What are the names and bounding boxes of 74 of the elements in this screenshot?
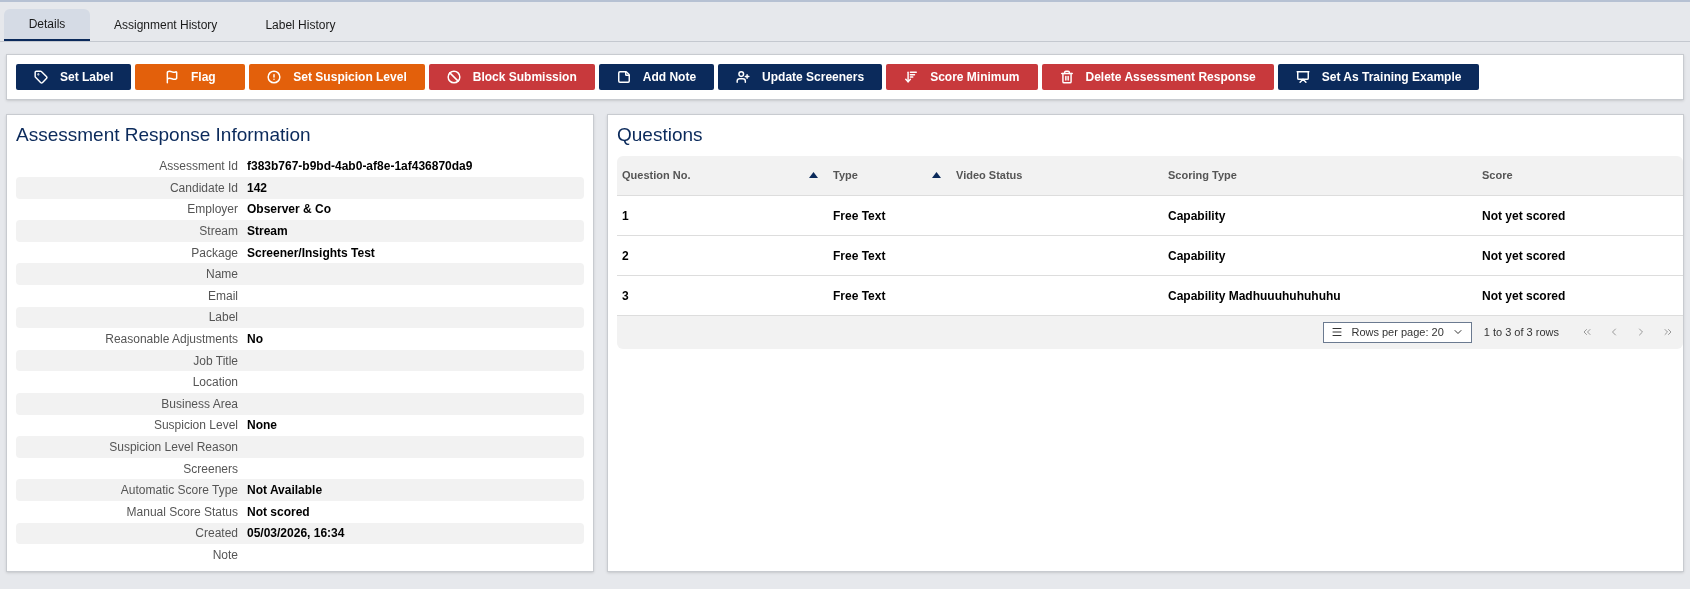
flag-icon: [165, 70, 179, 84]
field-value: 142: [247, 179, 268, 197]
field-value: Not scored: [247, 503, 310, 521]
toolbar-button[interactable]: Flag: [135, 64, 246, 90]
table-cell: Free Text: [833, 209, 886, 223]
field-label: Note: [211, 547, 239, 564]
table-cell: Capability: [1168, 249, 1226, 263]
field-label: Reasonable Adjustments: [104, 331, 239, 349]
field-value: None: [247, 417, 277, 435]
tab[interactable]: Details: [4, 9, 90, 41]
column-header[interactable]: Score: [1477, 166, 1683, 184]
tag-icon: [34, 70, 48, 84]
toolbar-button[interactable]: Delete Assessment Response: [1041, 64, 1274, 90]
field-value: Screener/Insights Test: [247, 244, 375, 262]
panel-title: Assessment Response Information: [16, 123, 312, 147]
field-label: Label: [207, 309, 239, 327]
field-label: Screeners: [182, 460, 239, 478]
column-header[interactable]: Question No.: [617, 166, 828, 184]
toolbar-button[interactable]: Set Label: [16, 64, 132, 90]
rows-per-page-select[interactable]: Rows per page: 20: [1323, 321, 1472, 343]
row-range: 1 to 3 of 3 rows: [1483, 324, 1559, 340]
field-value: Observer & Co: [247, 201, 332, 219]
toolbar-button[interactable]: Set Suspicion Level: [249, 64, 425, 90]
field-label: Candidate Id: [168, 179, 239, 197]
field-label: Location: [191, 374, 239, 392]
field-label: Stream: [198, 223, 239, 241]
table-cell: 1: [622, 209, 629, 223]
field-label: Name: [205, 266, 239, 284]
user-plus-icon: [736, 70, 751, 84]
alert-icon: [267, 70, 282, 84]
table-cell: Not yet scored: [1482, 209, 1566, 223]
toolbar-button[interactable]: Update Screeners: [718, 64, 883, 90]
panel-title: Questions: [617, 123, 704, 147]
column-header[interactable]: Video Status: [951, 166, 1163, 184]
tab[interactable]: Assignment History: [90, 9, 242, 41]
column-header[interactable]: Scoring Type: [1163, 166, 1477, 184]
field-value: f383b767-b9bd-4ab0-af8e-1af436870da9: [247, 158, 473, 176]
toolbar-button[interactable]: Block Submission: [428, 64, 595, 90]
table-cell: Capability Madhuuuhuhuhuhu: [1168, 289, 1341, 303]
trash-icon: [1059, 70, 1074, 84]
table-cell: Free Text: [833, 289, 886, 303]
note-icon: [616, 70, 631, 84]
field-value: 05/03/2026, 16:34: [247, 525, 345, 543]
field-label: Email: [207, 287, 239, 305]
block-icon: [446, 70, 461, 84]
field-label: Automatic Score Type: [119, 482, 239, 500]
table-cell: Capability: [1168, 209, 1226, 223]
table-cell: Not yet scored: [1482, 289, 1566, 303]
field-label: Package: [190, 244, 239, 262]
menu-icon: [1331, 326, 1344, 338]
table-cell: 2: [622, 249, 629, 263]
table-cell: Free Text: [833, 249, 886, 263]
tab[interactable]: Label History: [241, 9, 360, 41]
sort-icon: [904, 70, 919, 84]
sort-icon: [809, 172, 818, 178]
field-label: Manual Score Status: [125, 503, 239, 521]
sort-icon: [932, 172, 941, 178]
field-label: Suspicion Level Reason: [108, 439, 239, 456]
field-value: Not Available: [247, 482, 323, 500]
field-label: Created: [194, 525, 239, 543]
field-label: Suspicion Level: [152, 417, 239, 435]
toolbar-button[interactable]: Add Note: [598, 64, 715, 90]
field-label: Assessment Id: [158, 158, 239, 176]
presentation-icon: [1295, 70, 1310, 84]
field-value: Stream: [247, 223, 288, 241]
field-label: Business Area: [160, 395, 239, 413]
table-cell: 3: [622, 289, 629, 303]
table-cell: Not yet scored: [1482, 249, 1566, 263]
field-label: Employer: [186, 201, 239, 219]
field-value: No: [247, 331, 263, 349]
toolbar-button[interactable]: Score Minimum: [886, 64, 1038, 90]
field-label: Job Title: [192, 352, 239, 370]
toolbar-button[interactable]: Set As Training Example: [1277, 64, 1480, 90]
column-header[interactable]: Type: [828, 166, 951, 184]
